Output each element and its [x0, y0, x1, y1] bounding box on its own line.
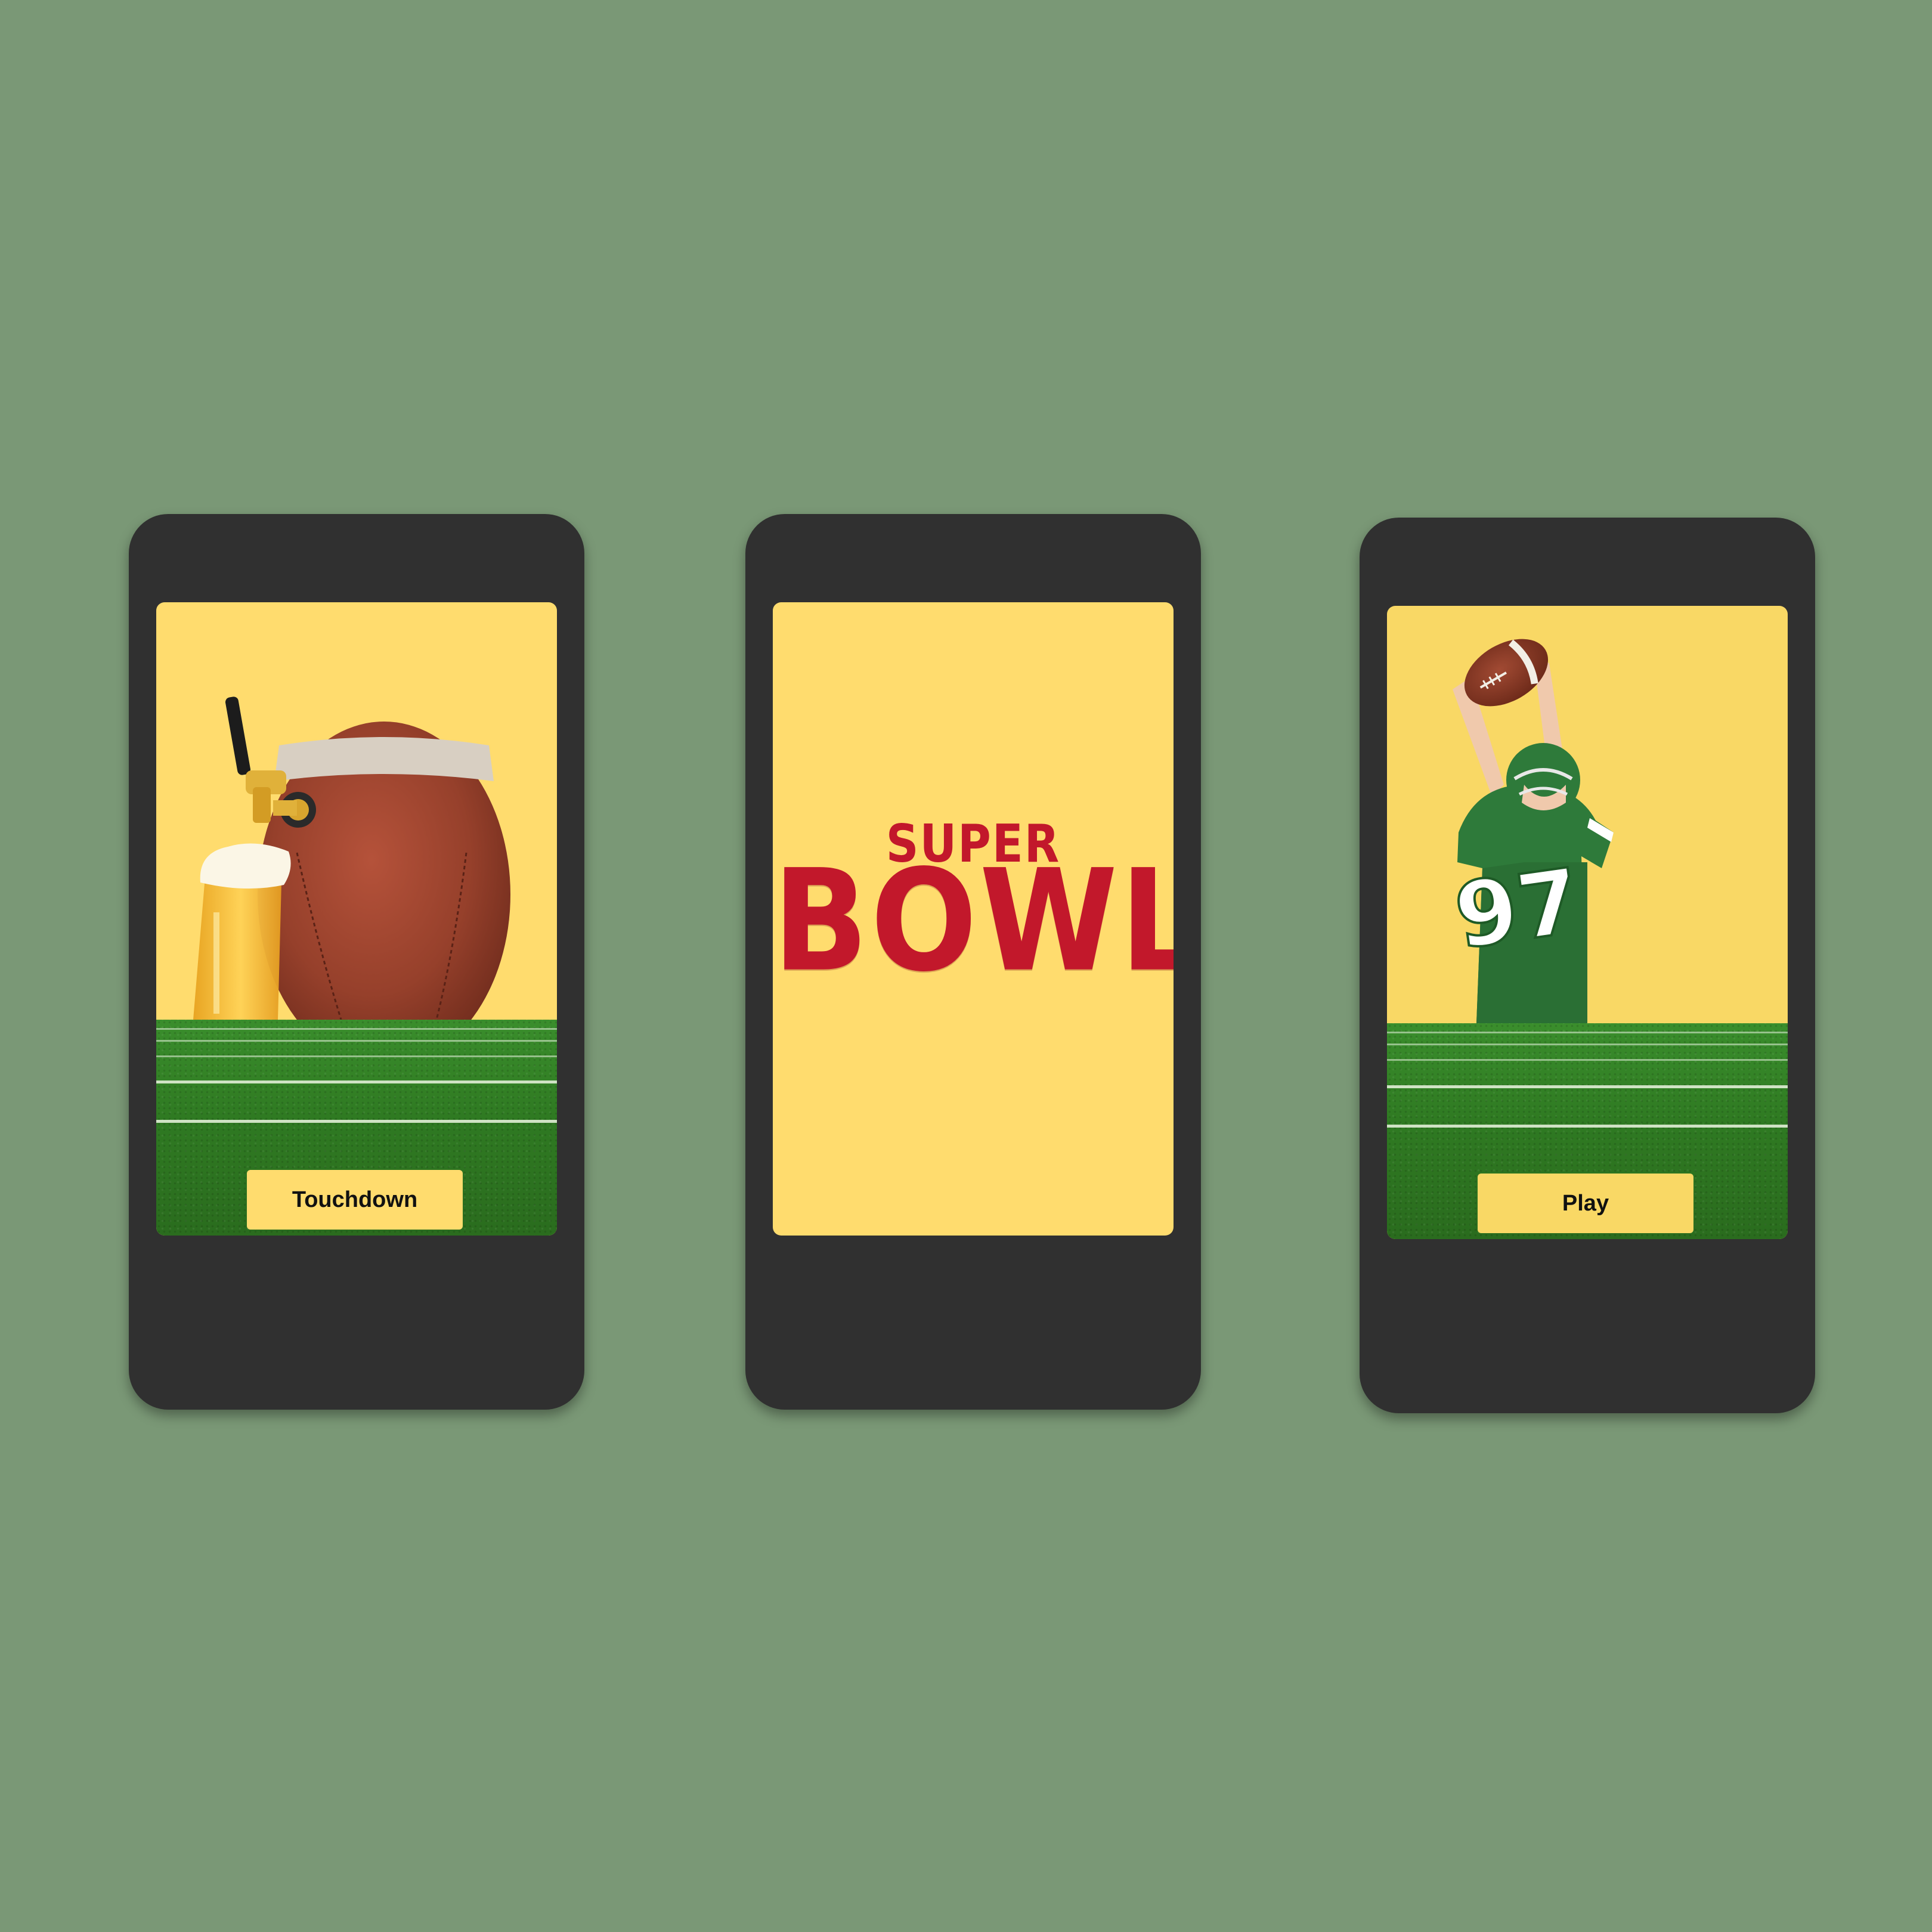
svg-text:97: 97 [1449, 849, 1587, 969]
beer-glass-icon [193, 843, 291, 1020]
phone-mockup-splash: SUPER BOWL [745, 514, 1201, 1410]
logo-bowl-text: BOWL [773, 839, 1174, 1003]
super-bowl-logo: SUPER BOWL [773, 602, 1174, 1236]
play-button[interactable]: Play [1478, 1174, 1693, 1233]
touchdown-screen: Touchdown [156, 602, 557, 1236]
phone-mockup-play: 97 Play [1360, 518, 1815, 1413]
football-player-illustration: 97 [1448, 639, 1614, 1023]
splash-screen: SUPER BOWL [773, 602, 1174, 1236]
play-screen: 97 Play [1387, 606, 1788, 1239]
touchdown-button[interactable]: Touchdown [247, 1170, 463, 1230]
phone-mockup-touchdown: Touchdown [129, 514, 584, 1410]
football-keg-illustration [193, 696, 510, 1020]
football-player-icon: 97 [1448, 660, 1614, 1023]
football-icon [258, 722, 510, 1020]
